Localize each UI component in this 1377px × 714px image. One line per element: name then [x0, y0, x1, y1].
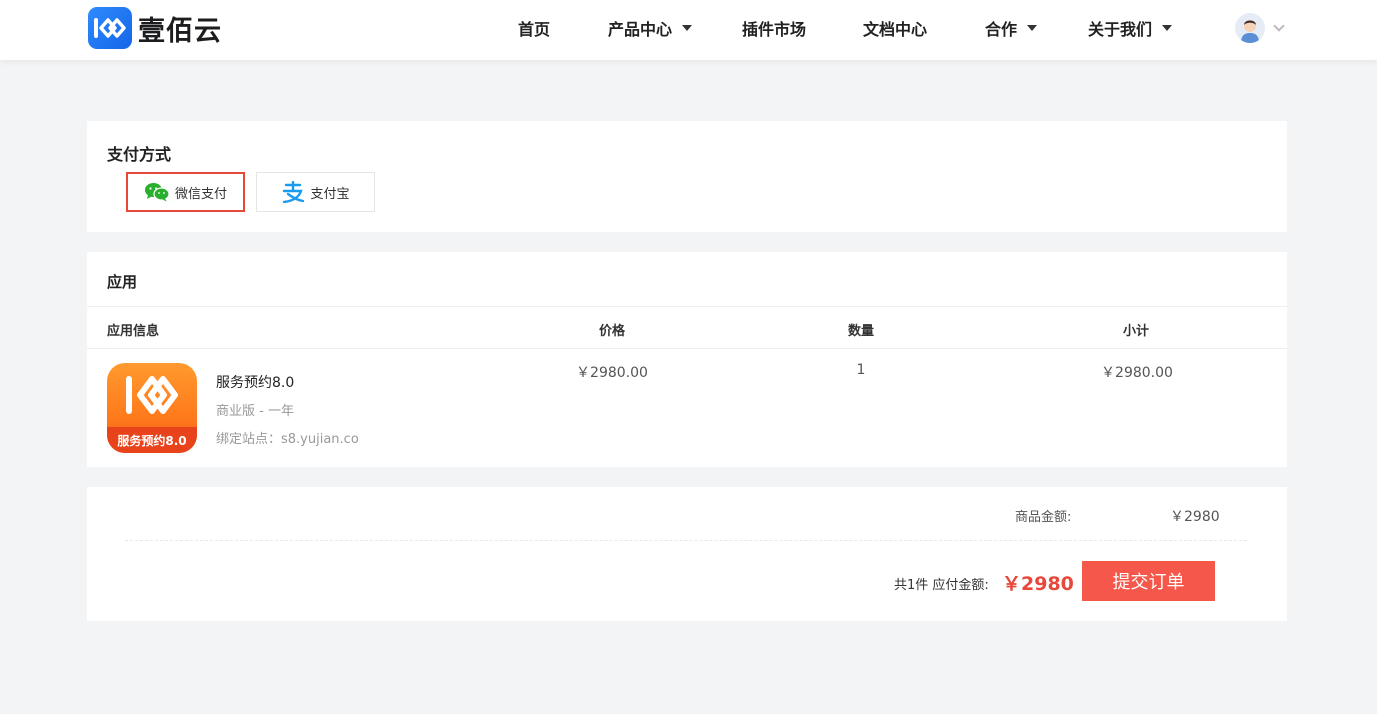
payment-option-label: 支付宝 — [310, 186, 350, 202]
submit-order-button[interactable]: 提交订单 — [1082, 561, 1215, 601]
app-subtotal: ￥2980.00 — [1101, 365, 1173, 381]
wechat-icon — [144, 182, 170, 202]
app-icon-caption: 服务预约8.0 — [107, 427, 197, 453]
column-header-app-info: 应用信息 — [107, 324, 160, 339]
nav-item-label: 文档中心 — [863, 20, 928, 39]
payment-method-card: 支付方式 微信支付 支付宝 — [87, 121, 1287, 232]
goods-amount-value: ￥2980 — [1170, 509, 1220, 525]
caret-down-icon — [682, 25, 693, 31]
nav-item-docs[interactable]: 文档中心 — [863, 16, 927, 40]
order-summary-card: 商品金额: ￥2980 共1件 应付金额: ￥2980 提交订单 — [87, 487, 1287, 621]
app-product-icon: 服务预约8.0 — [107, 363, 197, 453]
divider — [125, 540, 1247, 541]
divider — [87, 306, 1287, 307]
payable-count-label: 共1件 应付金额: — [894, 578, 989, 593]
app-price: ￥2980.00 — [576, 365, 648, 381]
nav-item-label: 合作 — [985, 20, 1018, 39]
nav-item-about[interactable]: 关于我们 — [1088, 16, 1173, 40]
brand-name: 壹佰云 — [138, 15, 222, 47]
column-header-quantity: 数量 — [847, 324, 875, 339]
caret-down-icon — [1027, 25, 1038, 31]
goods-amount-label: 商品金额: — [1015, 510, 1072, 525]
app-section-title: 应用 — [107, 273, 138, 291]
payment-option-wechat[interactable]: 微信支付 — [126, 172, 245, 212]
nav-item-label: 关于我们 — [1088, 20, 1153, 39]
top-nav-bar: 壹佰云 首页 产品中心 插件市场 文档中心 合作 关于我们 — [0, 0, 1377, 60]
user-avatar[interactable] — [1235, 13, 1265, 43]
payable-amount: ￥2980 — [1002, 573, 1074, 595]
app-order-card: 应用 应用信息 价格 数量 小计 服务预约8.0 服务预约8.0 商业版 - 一… — [87, 252, 1287, 467]
column-header-price: 价格 — [598, 324, 626, 339]
brand-logo-mark-icon — [88, 7, 132, 49]
nav-item-label: 首页 — [518, 20, 551, 39]
caret-down-icon — [1162, 25, 1173, 31]
user-menu-chevron-icon[interactable] — [1273, 20, 1285, 32]
nav-item-plugin-market[interactable]: 插件市场 — [742, 16, 806, 40]
app-edition: 商业版 - 一年 — [216, 404, 294, 419]
app-name: 服务预约8.0 — [216, 375, 295, 391]
brand-logo[interactable]: 壹佰云 — [88, 7, 222, 49]
app-bound-site: 绑定站点：s8.yujian.co — [216, 432, 359, 447]
app-quantity: 1 — [856, 362, 866, 378]
nav-item-cooperation[interactable]: 合作 — [985, 16, 1038, 40]
column-header-subtotal: 小计 — [1122, 324, 1150, 339]
divider — [87, 348, 1287, 349]
payment-option-label: 微信支付 — [174, 186, 227, 202]
payment-method-title: 支付方式 — [107, 145, 172, 164]
nav-item-home[interactable]: 首页 — [518, 16, 550, 40]
user-avatar-icon — [1235, 13, 1265, 43]
alipay-icon — [281, 181, 305, 203]
nav-item-label: 产品中心 — [608, 20, 673, 39]
app-logo-mark-icon — [126, 376, 178, 414]
nav-item-products[interactable]: 产品中心 — [608, 16, 693, 40]
nav-item-label: 插件市场 — [742, 20, 807, 39]
payment-option-alipay[interactable]: 支付宝 — [256, 172, 375, 212]
